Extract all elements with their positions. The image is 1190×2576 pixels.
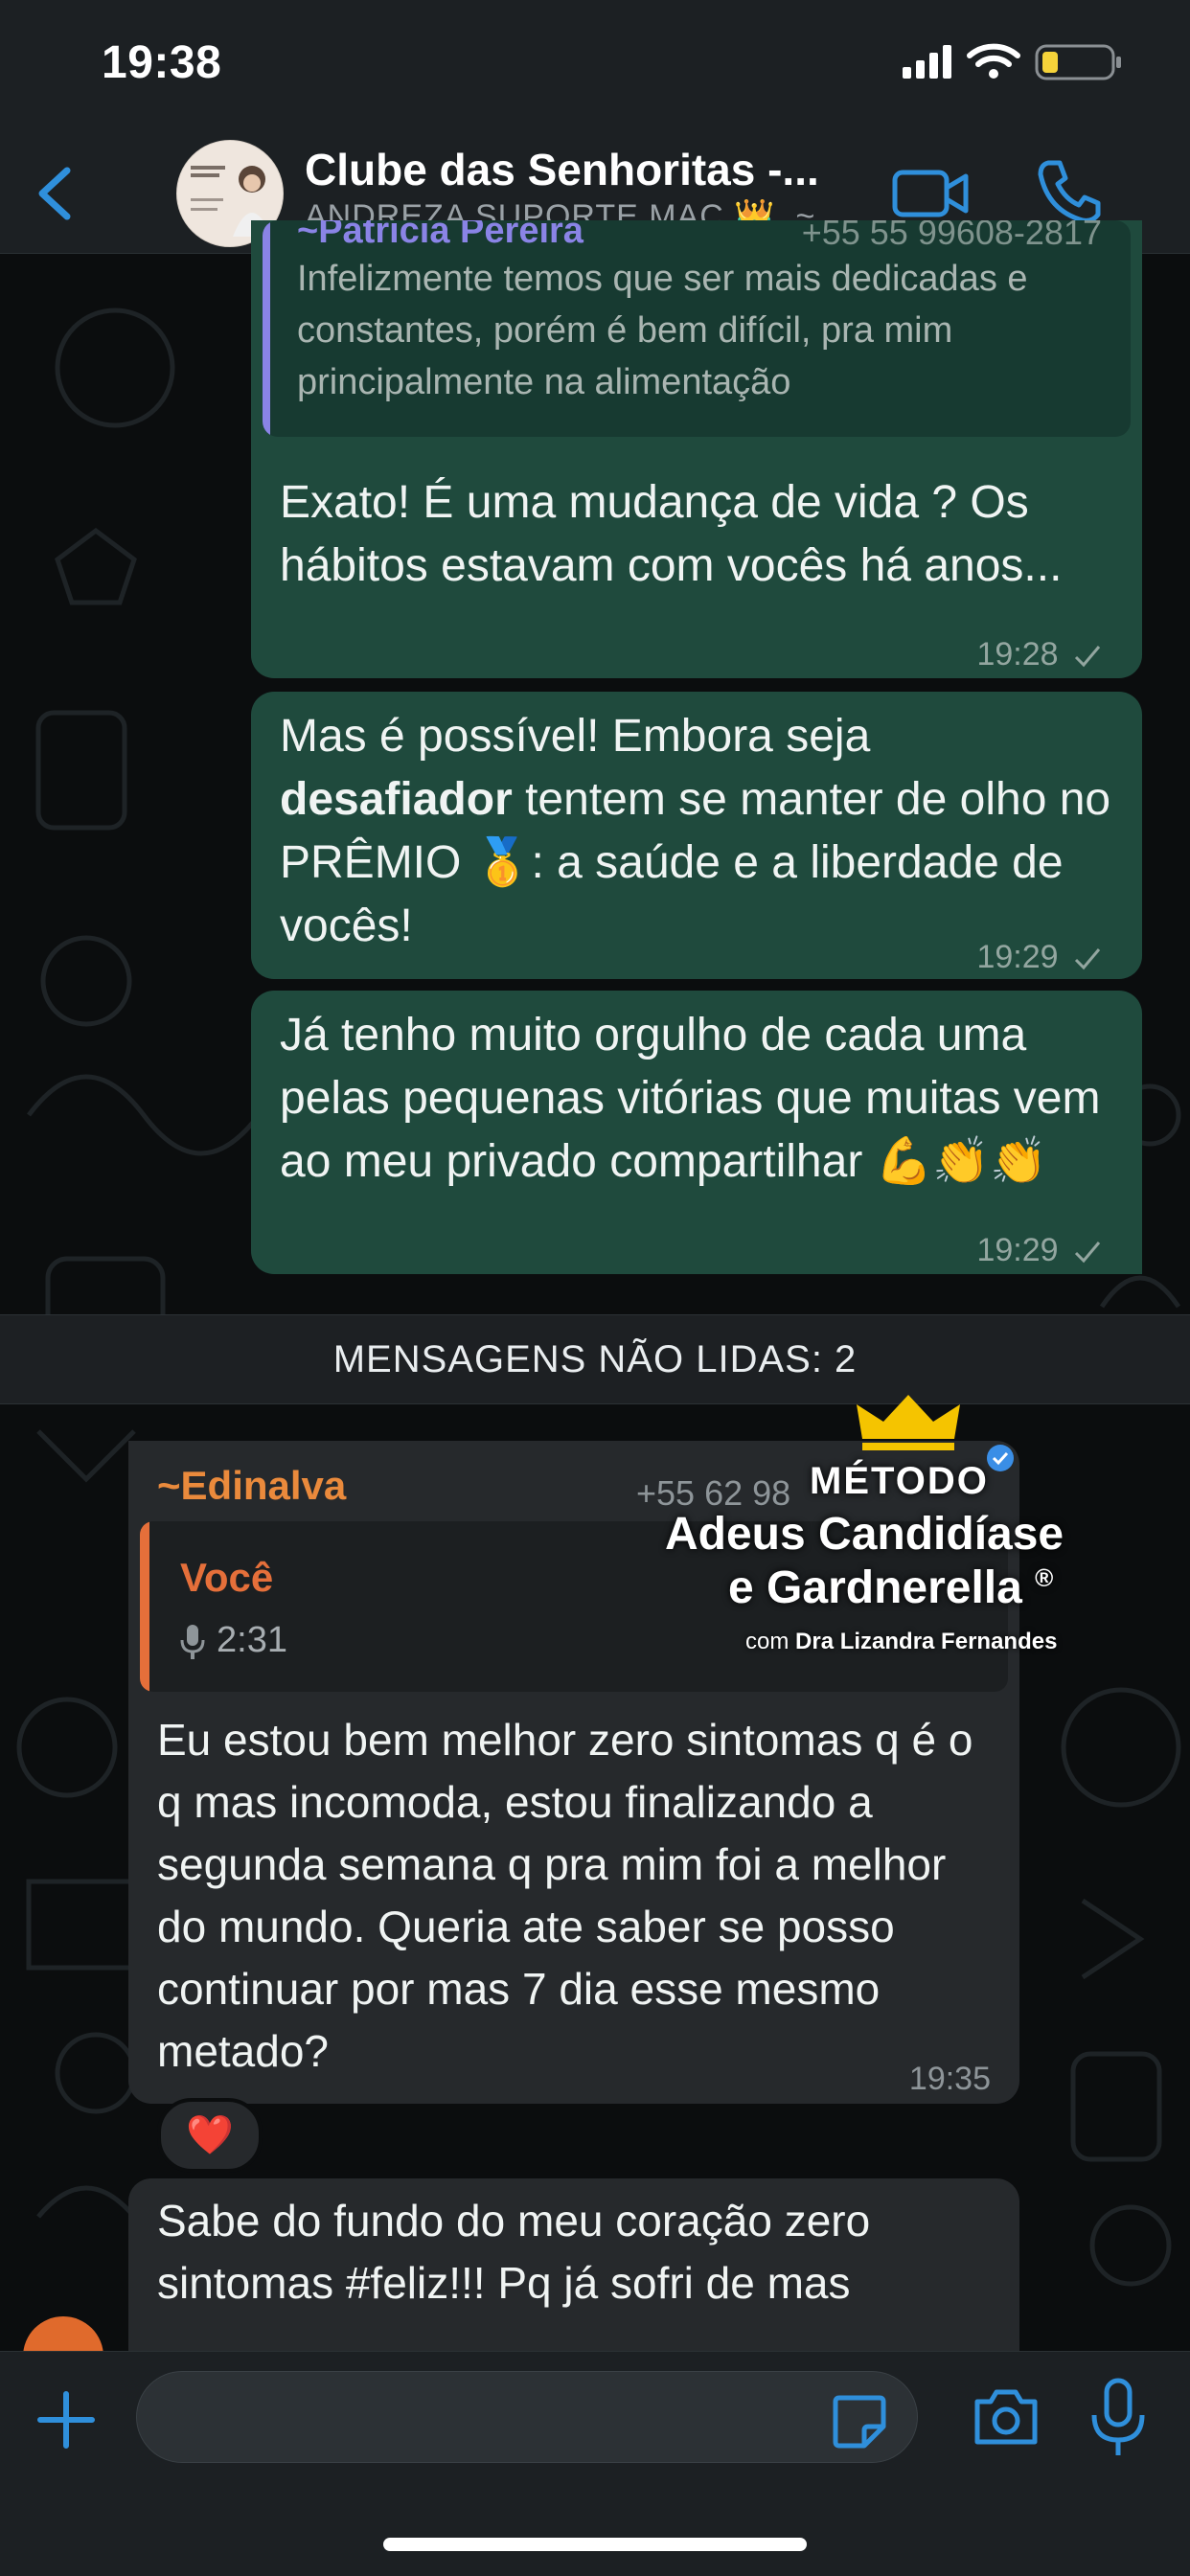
outgoing-message[interactable]: ~Patricia Pereira +55 55 99608-2817 Infe…	[251, 220, 1142, 678]
message-time: 19:29	[976, 925, 1102, 989]
phone-icon	[1038, 160, 1101, 223]
message-time-label: 19:29	[976, 1232, 1059, 1268]
voice-call-button[interactable]	[1035, 155, 1102, 226]
microphone-icon	[1091, 2378, 1145, 2455]
message-time: 19:28	[976, 623, 1102, 686]
quoted-audio: 2:31	[180, 1609, 287, 1672]
signal-wifi-battery-icon	[903, 43, 1121, 80]
watermark-title-line2-text: e Gardnerella	[728, 1562, 1022, 1613]
watermark-title-line1: Adeus Candidíase	[665, 1509, 1064, 1560]
quote-accent-bar	[140, 1521, 149, 1692]
brand-watermark: MÉTODO Adeus Candidíase e Gardnerella ® …	[652, 1389, 1150, 1657]
plus-icon	[37, 2391, 95, 2449]
sticker-button[interactable]	[830, 2392, 889, 2451]
watermark-method: MÉTODO	[810, 1460, 989, 1502]
sent-check-icon	[1074, 948, 1101, 970]
message-input[interactable]	[136, 2371, 918, 2463]
microphone-icon	[180, 1624, 205, 1659]
message-time-label: 19:28	[976, 636, 1059, 672]
watermark-title-line2: e Gardnerella ®	[728, 1562, 1053, 1614]
sent-check-icon	[1074, 646, 1101, 668]
message-time: 19:35	[908, 2061, 991, 2097]
quoted-text: Infelizmente temos que ser mais dedicada…	[297, 259, 1028, 402]
outgoing-message[interactable]: Mas é possível! Embora seja desafiador t…	[251, 692, 1142, 979]
crown-icon	[857, 1395, 960, 1450]
message-bold-text: desafiador	[280, 774, 513, 825]
watermark-subtitle-name: Dra Lizandra Fernandes	[795, 1629, 1058, 1654]
video-camera-icon	[892, 170, 969, 217]
watermark-subtitle-prefix: com	[745, 1629, 790, 1654]
status-time: 19:38	[102, 37, 222, 88]
video-call-button[interactable]	[891, 161, 972, 224]
chat-title[interactable]: Clube das Senhoritas -...	[305, 144, 860, 195]
status-icons	[903, 42, 1133, 80]
message-text-part: Mas é possível! Embora seja	[280, 711, 871, 762]
camera-icon	[974, 2389, 1038, 2445]
status-bar: 19:38	[0, 0, 1190, 134]
quoted-message[interactable]: ~Patricia Pereira +55 55 99608-2817 Infe…	[263, 220, 1131, 437]
message-text: Eu estou bem melhor zero sintomas q é o …	[157, 1715, 973, 2076]
sender-name[interactable]: ~Edinalva	[157, 1454, 346, 1516]
reaction-badge[interactable]: ❤️	[157, 2098, 263, 2173]
watermark-subtitle: com Dra Lizandra Fernandes	[745, 1629, 1057, 1655]
message-text: Exato! É uma mudança de vida ? Os hábito…	[280, 477, 1063, 591]
message-time: 19:29	[976, 1219, 1102, 1282]
verified-badge-icon	[987, 1445, 1014, 1471]
chevron-left-icon	[38, 167, 71, 220]
message-time-label: 19:29	[976, 939, 1059, 975]
message-text: Sabe do fundo do meu coração zero sintom…	[157, 2196, 871, 2308]
message-text: Já tenho muito orgulho de cada uma pelas…	[280, 1010, 1101, 1187]
attach-button[interactable]	[33, 2386, 100, 2453]
home-indicator[interactable]	[383, 2538, 807, 2551]
camera-button[interactable]	[972, 2384, 1041, 2448]
outgoing-message[interactable]: Já tenho muito orgulho de cada uma pelas…	[251, 991, 1142, 1274]
sent-check-icon	[1074, 1242, 1101, 1264]
message-text: Mas é possível! Embora seja desafiador t…	[280, 705, 1113, 958]
voice-message-button[interactable]	[1088, 2377, 1148, 2461]
back-button[interactable]	[29, 157, 86, 230]
sticker-icon	[833, 2395, 886, 2449]
quote-accent-bar	[263, 220, 270, 437]
registered-mark: ®	[1035, 1563, 1054, 1592]
quoted-sender-name: Você	[180, 1555, 274, 1600]
audio-duration: 2:31	[217, 1620, 287, 1660]
